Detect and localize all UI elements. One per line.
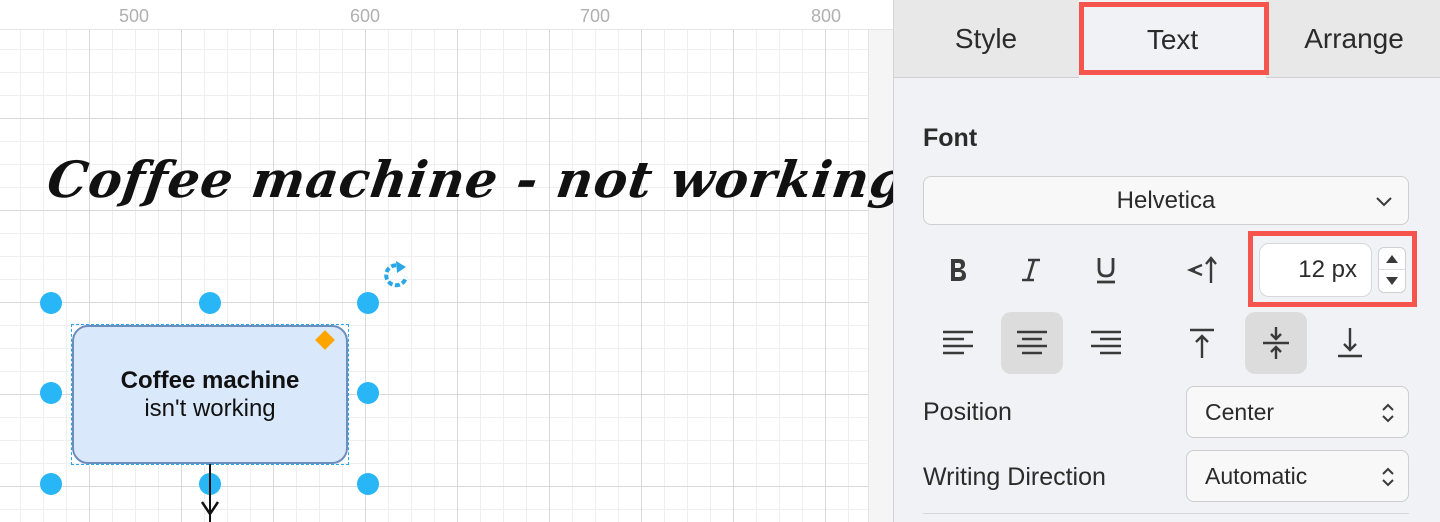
align-middle-icon <box>1263 327 1289 359</box>
writing-direction-label: Writing Direction <box>923 463 1106 491</box>
align-center-icon <box>1017 330 1047 355</box>
resize-handle-top-right[interactable] <box>357 292 379 314</box>
resize-handle-top[interactable] <box>199 292 221 314</box>
updown-chevron-icon <box>1382 403 1394 423</box>
writing-direction-select[interactable]: Automatic <box>1186 450 1409 502</box>
font-size-input[interactable] <box>1259 243 1372 297</box>
position-select[interactable]: Center <box>1186 386 1409 438</box>
ruler-label-700: 700 <box>580 6 611 26</box>
selected-shape[interactable]: Coffee machine isn't working <box>72 325 348 464</box>
underline-button[interactable] <box>1075 239 1137 301</box>
tab-arrange[interactable]: Arrange <box>1267 0 1440 78</box>
font-section-label: Font <box>923 124 978 152</box>
resize-handle-bottom-left[interactable] <box>40 473 62 495</box>
bold-button[interactable] <box>927 239 989 301</box>
ruler-label-600: 600 <box>350 6 381 26</box>
stepper-down-button[interactable] <box>1379 270 1405 292</box>
font-family-select[interactable]: Helvetica <box>923 176 1409 225</box>
align-top-icon <box>1190 328 1214 358</box>
align-right-button[interactable] <box>1075 312 1137 374</box>
underline-icon <box>1097 258 1115 284</box>
vertical-text-icon <box>1186 256 1217 283</box>
font-size-stepper[interactable] <box>1378 247 1406 293</box>
resize-handle-top-left[interactable] <box>40 292 62 314</box>
resize-handle-bottom-right[interactable] <box>357 473 379 495</box>
ruler-label-500: 500 <box>119 6 150 26</box>
tab-style[interactable]: Style <box>894 0 1078 78</box>
bold-icon <box>951 259 966 281</box>
ruler-label-800: 800 <box>811 6 842 26</box>
align-bottom-icon <box>1338 328 1362 358</box>
tab-text[interactable]: Text <box>1079 0 1266 79</box>
italic-button[interactable] <box>1000 239 1062 301</box>
triangle-down-icon <box>1386 277 1398 285</box>
position-label: Position <box>923 398 1012 426</box>
align-left-icon <box>943 330 973 355</box>
updown-chevron-icon <box>1382 467 1394 487</box>
font-family-value: Helvetica <box>1116 186 1216 214</box>
format-panel: Style Text Arrange Font Helvetica 12 px … <box>893 0 1440 522</box>
vertical-text-button[interactable] <box>1172 239 1234 301</box>
horizontal-ruler: 500 600 700 800 <box>0 0 893 30</box>
align-left-button[interactable] <box>927 312 989 374</box>
align-center-button[interactable] <box>1001 312 1063 374</box>
shape-label-line2: isn't working <box>144 394 276 422</box>
vertical-align-bottom-button[interactable] <box>1319 312 1381 374</box>
triangle-up-icon <box>1386 254 1398 263</box>
diagram-canvas[interactable]: 500 600 700 800 Coffee machine - not wor… <box>0 0 893 522</box>
resize-handle-right[interactable] <box>357 382 379 404</box>
handwritten-title-text[interactable]: Coffee machine - not working <box>44 150 893 209</box>
align-right-icon <box>1091 330 1121 355</box>
canvas-scrollbar[interactable] <box>868 30 893 522</box>
vertical-align-middle-button[interactable] <box>1245 312 1307 374</box>
rotate-icon[interactable] <box>381 260 411 290</box>
vertical-align-top-button[interactable] <box>1171 312 1233 374</box>
section-divider <box>923 513 1409 514</box>
writing-direction-value: Automatic <box>1205 462 1308 489</box>
panel-tabs: Style Text Arrange <box>894 0 1440 79</box>
stepper-up-button[interactable] <box>1379 248 1405 270</box>
italic-icon <box>1022 258 1040 282</box>
shape-label-line1: Coffee machine <box>120 366 300 394</box>
resize-handle-left[interactable] <box>40 382 62 404</box>
position-value: Center <box>1205 398 1275 425</box>
arrow-head-icon <box>200 501 220 517</box>
chevron-down-icon <box>1376 197 1392 207</box>
